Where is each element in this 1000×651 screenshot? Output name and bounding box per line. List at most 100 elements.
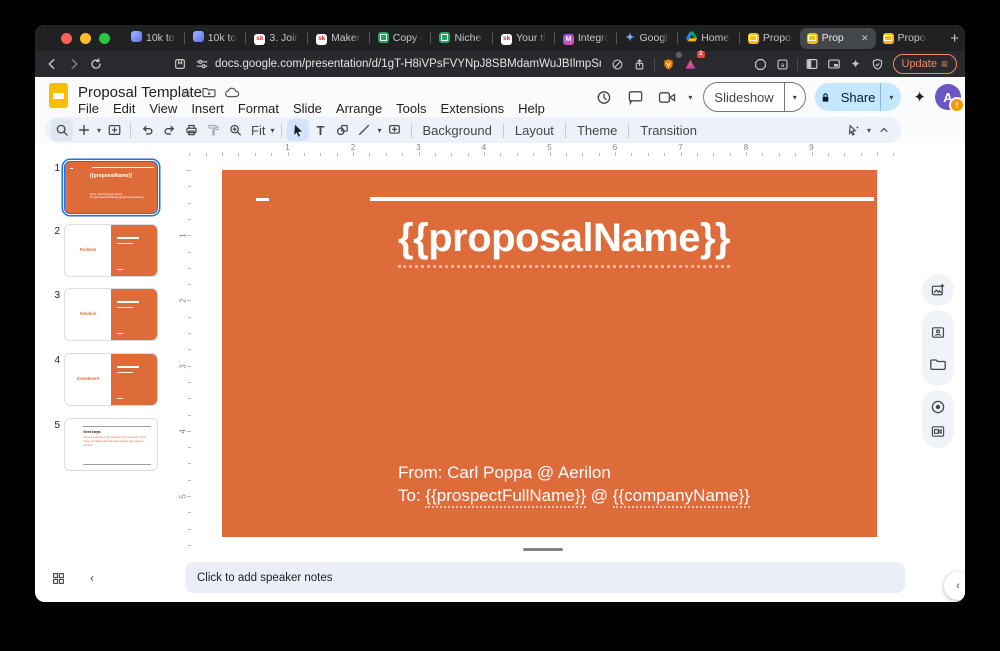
slides-logo-icon[interactable]: [49, 83, 68, 108]
redo-icon[interactable]: [158, 119, 180, 141]
collapse-side-panel-button[interactable]: ‹: [944, 572, 965, 600]
menu-file[interactable]: File: [71, 100, 106, 117]
slide-title[interactable]: {{proposalName}}: [398, 216, 730, 261]
picture-in-picture-icon[interactable]: [823, 53, 845, 75]
avatar[interactable]: A !: [935, 84, 961, 110]
extension-icon[interactable]: 2: [680, 53, 702, 75]
share-button[interactable]: Share ▾: [815, 83, 902, 111]
chevron-down-icon[interactable]: ▾: [95, 126, 103, 135]
update-button[interactable]: Update ≡: [893, 54, 958, 74]
side-panel-icon[interactable]: [801, 53, 823, 75]
meet-camera-icon[interactable]: [654, 84, 680, 110]
minimize-window-button[interactable]: [80, 33, 91, 44]
slide-thumbnail-2[interactable]: Problem: [64, 224, 158, 277]
print-icon[interactable]: [180, 119, 202, 141]
comment-icon[interactable]: [622, 84, 648, 110]
theme-button[interactable]: Theme: [571, 123, 623, 138]
share-page-icon[interactable]: [629, 53, 651, 75]
select-tool-icon[interactable]: [287, 119, 309, 141]
transition-button[interactable]: Transition: [634, 123, 703, 138]
slide-canvas[interactable]: {{proposalName}} From: Carl Poppa @ Aeri…: [222, 170, 877, 537]
menu-help[interactable]: Help: [511, 100, 552, 117]
address-url[interactable]: docs.google.com/presentation/d/1gT-H8iVP…: [215, 58, 601, 70]
zoom-select[interactable]: Fit: [246, 123, 268, 138]
grid-view-icon[interactable]: [49, 569, 67, 587]
menu-arrange[interactable]: Arrange: [329, 100, 389, 117]
undo-icon[interactable]: [136, 119, 158, 141]
adblocker-extension-icon[interactable]: [658, 53, 680, 75]
chrome-ai-icon[interactable]: ✦: [845, 53, 867, 75]
browser-tab[interactable]: sk3. Join 3: [247, 28, 306, 49]
line-tool-icon[interactable]: [353, 119, 375, 141]
new-tab-button[interactable]: +: [944, 30, 965, 47]
forward-button[interactable]: [63, 53, 85, 75]
menu-tools[interactable]: Tools: [389, 100, 433, 117]
browser-tab[interactable]: Home - C: [679, 28, 738, 49]
camera-box-icon[interactable]: [929, 422, 947, 440]
browser-tab[interactable]: ✦Google C: [618, 28, 677, 49]
menu-edit[interactable]: Edit: [106, 100, 142, 117]
layout-button[interactable]: Layout: [509, 123, 560, 138]
chevron-down-icon[interactable]: ▾: [865, 126, 873, 135]
chevron-down-icon[interactable]: ▾: [686, 93, 694, 102]
menu-format[interactable]: Format: [231, 100, 286, 117]
browser-tab[interactable]: Copy of: [371, 28, 430, 49]
menu-insert[interactable]: Insert: [184, 100, 231, 117]
privacy-shield-icon[interactable]: [867, 53, 889, 75]
slide-from-line[interactable]: From: Carl Poppa @ Aerilon: [398, 463, 611, 483]
page-zoom-icon[interactable]: [607, 53, 629, 75]
notes-resize-handle[interactable]: [523, 548, 563, 551]
menu-view[interactable]: View: [142, 100, 184, 117]
search-menus-icon[interactable]: [51, 119, 73, 141]
translate-extension-icon[interactable]: a: [772, 53, 794, 75]
menu-slide[interactable]: Slide: [286, 100, 329, 117]
reload-button[interactable]: [85, 53, 107, 75]
chevron-down-icon[interactable]: ▾: [881, 93, 901, 102]
paint-format-icon[interactable]: [202, 119, 224, 141]
browser-tab[interactable]: Niche Di: [432, 28, 491, 49]
version-history-icon[interactable]: [590, 84, 616, 110]
zoom-window-button[interactable]: [99, 33, 110, 44]
collapse-toolbar-icon[interactable]: [873, 119, 895, 141]
shapes-icon[interactable]: [331, 119, 353, 141]
cloud-status-icon[interactable]: [225, 86, 240, 101]
browser-tab[interactable]: skMaker Sc: [309, 28, 368, 49]
browser-tab[interactable]: Proposal: [741, 28, 800, 49]
menu-extensions[interactable]: Extensions: [434, 100, 512, 117]
insert-comment-icon[interactable]: [384, 119, 406, 141]
slideshow-button[interactable]: Slideshow ▾: [703, 82, 805, 112]
collapse-filmstrip-icon[interactable]: ‹: [83, 569, 101, 587]
record-icon[interactable]: [929, 398, 947, 416]
chevron-down-icon[interactable]: ▾: [268, 126, 276, 135]
background-button[interactable]: Background: [417, 123, 498, 138]
browser-tab[interactable]: skYour thin: [494, 28, 553, 49]
add-slide-icon[interactable]: [73, 119, 95, 141]
browser-tab[interactable]: MIntegratio: [556, 28, 615, 49]
laser-pointer-icon[interactable]: [843, 119, 865, 141]
close-window-button[interactable]: [61, 33, 72, 44]
bookmark-sidebar-icon[interactable]: [169, 53, 191, 75]
slide-to-line[interactable]: To: {{prospectFullName}} @ {{companyName…: [398, 486, 750, 506]
browser-tab-active[interactable]: Prop✕: [800, 28, 876, 49]
browser-tab[interactable]: 10k to $1: [124, 28, 183, 49]
zoom-icon[interactable]: [224, 119, 246, 141]
image-person-icon[interactable]: [929, 323, 947, 341]
octagon-extension-icon[interactable]: [750, 53, 772, 75]
slide-thumbnail-4[interactable]: Investment: [64, 353, 158, 406]
browser-tab[interactable]: Proposal: [876, 28, 935, 49]
folder-icon[interactable]: [929, 355, 947, 373]
slide-thumbnail-5[interactable]: Next stepsAll you need to do to get star…: [64, 418, 158, 471]
chevron-down-icon[interactable]: ▾: [785, 93, 805, 102]
slide-thumbnail-1[interactable]: {{proposalName}}From: Carl Poppa @ Aeril…: [64, 161, 158, 214]
site-settings-icon[interactable]: [191, 53, 213, 75]
back-button[interactable]: [41, 53, 63, 75]
chevron-down-icon[interactable]: ▾: [375, 126, 383, 135]
speaker-notes-input[interactable]: Click to add speaker notes: [185, 562, 905, 593]
new-slide-layout-icon[interactable]: [103, 119, 125, 141]
gemini-icon[interactable]: ✦: [913, 88, 926, 106]
move-folder-icon[interactable]: [202, 86, 216, 101]
browser-tab[interactable]: 10k to $1: [186, 28, 245, 49]
text-box-icon[interactable]: T: [309, 119, 331, 141]
tab-close-icon[interactable]: ✕: [861, 33, 869, 44]
image-add-icon[interactable]: [929, 281, 947, 299]
